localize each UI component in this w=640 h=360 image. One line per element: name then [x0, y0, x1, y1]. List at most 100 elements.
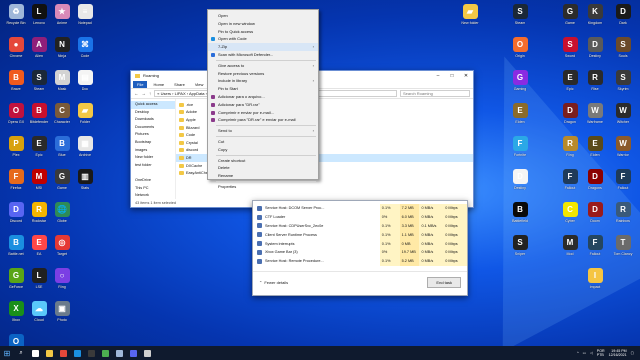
- chevron-up-icon[interactable]: ^: [577, 351, 579, 355]
- menu-item[interactable]: Create shortcut: [208, 157, 318, 165]
- desktop-shortcut[interactable]: D Dragons: [580, 167, 610, 200]
- process-row[interactable]: Xbox Game Bar (3) 0% 19.7 MB 0 MB/s 0 Mbps: [253, 247, 468, 257]
- menu-item[interactable]: Scan with Microsoft Defender...: [208, 51, 318, 59]
- ribbon-tab-file[interactable]: File: [133, 80, 148, 88]
- nav-item[interactable]: Network: [131, 192, 175, 200]
- maximize-icon[interactable]: □: [445, 73, 459, 79]
- desktop-shortcut[interactable]: ▰ Folder: [70, 101, 100, 134]
- desktop-shortcut[interactable]: W Warframe: [580, 101, 610, 134]
- menu-item[interactable]: Adicionar para o arquivo...: [208, 93, 318, 101]
- desktop-shortcut[interactable]: W Witcher: [608, 101, 638, 134]
- desktop-shortcut[interactable]: ○ Ring: [47, 266, 77, 299]
- menu-item[interactable]: Restore previous versions: [208, 70, 318, 78]
- desktop-shortcut[interactable]: R Rise: [580, 68, 610, 101]
- nav-item[interactable]: Desktop: [131, 109, 175, 117]
- desktop-shortcut[interactable]: D Dark: [608, 2, 638, 35]
- menu-item[interactable]: Rename: [208, 172, 318, 180]
- language-indicator[interactable]: POR PTB: [597, 349, 605, 358]
- menu-item[interactable]: Comprimir e enviar por e-mail...: [208, 109, 318, 117]
- desktop-shortcut[interactable]: ▦ Archive: [70, 134, 100, 167]
- fewer-details-link[interactable]: Fewer details: [264, 280, 288, 285]
- desktop-shortcut[interactable]: OOutlook: [1, 332, 31, 346]
- nav-item[interactable]: Quick access: [131, 101, 175, 109]
- settings-icon[interactable]: [140, 346, 154, 360]
- menu-item[interactable]: Adicionar para "DR.rar": [208, 101, 318, 109]
- nav-item[interactable]: [131, 169, 175, 177]
- desktop-shortcut[interactable]: D Destiny: [505, 167, 535, 200]
- nav-item[interactable]: Downloads: [131, 116, 175, 124]
- desktop-shortcut[interactable]: I Impact: [580, 266, 610, 299]
- desktop-shortcut[interactable]: F Fallout: [608, 167, 638, 200]
- desktop-shortcut[interactable]: ≡ Notepad: [70, 2, 100, 35]
- process-row[interactable]: Service Host: CDPUserSvc_2ec0e 0.1% 3.3 MB…: [253, 221, 468, 231]
- desktop-shortcut[interactable]: F Fallout: [580, 233, 610, 266]
- clock[interactable]: 19:45 PM 12/16/2021: [609, 349, 627, 358]
- nav-item[interactable]: Bootstrap: [131, 139, 175, 147]
- process-row[interactable]: Service Host: Remote Procedure... 0.1% 5.2…: [253, 256, 468, 266]
- minimize-icon[interactable]: –: [431, 73, 445, 79]
- nav-item[interactable]: Documents: [131, 124, 175, 132]
- desktop-shortcut[interactable]: E Elden: [505, 101, 535, 134]
- desktop-shortcut[interactable]: K Kingdom: [580, 2, 610, 35]
- process-row[interactable]: System interrupts 0.1% 0 MB 0 MB/s 0 Mbps: [253, 239, 468, 248]
- close-icon[interactable]: ✕: [459, 73, 473, 79]
- desktop-shortcut[interactable]: R Rainbow: [608, 200, 638, 233]
- nav-item[interactable]: New folder: [131, 154, 175, 162]
- ribbon-tab-view[interactable]: View: [191, 81, 208, 88]
- desktop-shortcut[interactable]: B Battlefield: [505, 200, 535, 233]
- desktop-shortcut[interactable]: G Gaming: [505, 68, 535, 101]
- file-explorer-icon[interactable]: [42, 346, 56, 360]
- nav-item[interactable]: Pictures: [131, 131, 175, 139]
- nav-item[interactable]: images: [131, 147, 175, 155]
- nav-item[interactable]: test folder: [131, 162, 175, 170]
- menu-item[interactable]: Comprimir para "DR.rar" e enviar por e-m…: [208, 116, 318, 124]
- desktop-shortcut[interactable]: O Origin: [505, 35, 535, 68]
- desktop-shortcut[interactable]: D Doom: [580, 200, 610, 233]
- notification-icon[interactable]: ▢: [631, 351, 634, 355]
- desktop-shortcut[interactable]: ▣ Photo: [47, 299, 77, 332]
- chrome-icon[interactable]: [56, 346, 70, 360]
- desktop-shortcut[interactable]: S Steam: [505, 2, 535, 35]
- desktop-shortcut[interactable]: ▰ New folder: [455, 2, 485, 35]
- steam-icon[interactable]: [112, 346, 126, 360]
- ribbon-tab-share[interactable]: Share: [170, 81, 189, 88]
- desktop-shortcut[interactable]: F Fortnite: [505, 134, 535, 167]
- back-arrow-icon[interactable]: ←: [134, 91, 139, 96]
- menu-item[interactable]: Give access to ›: [208, 62, 318, 70]
- forward-arrow-icon[interactable]: →: [142, 91, 147, 96]
- menu-item[interactable]: Pin to Quick access: [208, 28, 318, 36]
- desktop-shortcut[interactable]: 🌐 Globe: [47, 200, 77, 233]
- desktop-shortcut[interactable]: W Warrior: [608, 134, 638, 167]
- menu-item[interactable]: Open with Code: [208, 35, 318, 43]
- menu-item[interactable]: Cut: [208, 138, 318, 146]
- search-input[interactable]: Search Roaming: [400, 90, 470, 97]
- nav-item[interactable]: This PC: [131, 185, 175, 193]
- menu-item[interactable]: Open: [208, 12, 318, 20]
- network-icon[interactable]: ▭: [583, 351, 586, 355]
- process-row[interactable]: Service Host: DCOM Server Proc... 0.1% 7.2…: [253, 204, 468, 213]
- menu-item[interactable]: Delete: [208, 164, 318, 172]
- task-manager-icon[interactable]: [98, 346, 112, 360]
- menu-item[interactable]: Pin to Start: [208, 85, 318, 93]
- task-manager-window[interactable]: Service Host: DCOM Server Proc... 0.1% 7.2…: [252, 200, 468, 296]
- desktop-shortcut[interactable]: S Souls: [608, 35, 638, 68]
- ribbon-tab-home[interactable]: Home: [149, 81, 168, 88]
- vscode-icon[interactable]: [70, 346, 84, 360]
- volume-icon[interactable]: ◁: [590, 351, 593, 355]
- menu-item[interactable]: Properties: [208, 183, 318, 191]
- menu-item[interactable]: Send to ›: [208, 127, 318, 135]
- end-task-button[interactable]: End task: [427, 277, 461, 288]
- menu-item[interactable]: Include in library ›: [208, 77, 318, 85]
- menu-item[interactable]: Copy: [208, 146, 318, 154]
- menu-item[interactable]: 7-Zip ›: [208, 43, 318, 51]
- desktop-shortcut[interactable]: E Elden: [580, 134, 610, 167]
- desktop-shortcut[interactable]: T Tom Clancy: [608, 233, 638, 266]
- process-row[interactable]: Client Server Runtime Process 0.1% 1.1 MB 0…: [253, 230, 468, 240]
- process-row[interactable]: CTF Loader 0% 6.0 MB 0 MB/s 0 Mbps: [253, 212, 468, 222]
- task-view-icon[interactable]: [28, 346, 42, 360]
- discord-icon[interactable]: [126, 346, 140, 360]
- windows-start-icon[interactable]: ⊞: [0, 346, 14, 360]
- menu-item[interactable]: Open in new window: [208, 20, 318, 28]
- desktop-shortcut[interactable]: S Skyrim: [608, 68, 638, 101]
- up-arrow-icon[interactable]: ↑: [149, 91, 151, 96]
